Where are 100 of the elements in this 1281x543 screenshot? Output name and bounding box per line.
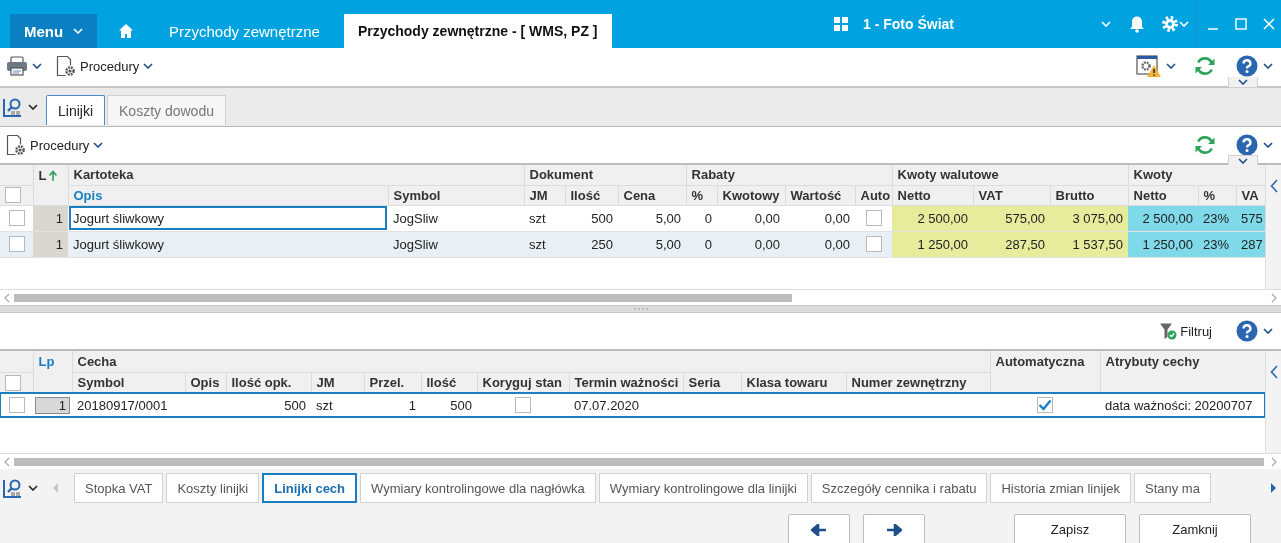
collapse-left-icon[interactable] bbox=[1269, 365, 1278, 379]
help-icon[interactable] bbox=[1236, 320, 1258, 342]
table-cell: 3 075,00 bbox=[1050, 205, 1129, 231]
table-cell: 2 500,00 bbox=[1128, 205, 1199, 231]
checkbox[interactable] bbox=[8, 236, 25, 253]
table-cell: JogSliw bbox=[388, 205, 524, 231]
calendar-settings-button[interactable] bbox=[1136, 54, 1176, 78]
scroll-right-icon[interactable] bbox=[1269, 483, 1277, 493]
column-header[interactable]: Automatyczna bbox=[990, 351, 1100, 393]
table-cell: 23% bbox=[1198, 205, 1237, 231]
window-tab[interactable]: Przychody zewnętrzne - [ WMS, PZ ] bbox=[343, 14, 612, 48]
menu-button[interactable]: Menu bbox=[10, 14, 97, 48]
close-button[interactable]: Zamknij bbox=[1139, 514, 1251, 543]
checkbox[interactable] bbox=[8, 397, 25, 414]
table-cell: 0 bbox=[686, 231, 718, 257]
print-button[interactable] bbox=[6, 56, 42, 76]
table-cell: 2 500,00 bbox=[892, 205, 974, 231]
help-button[interactable] bbox=[1236, 134, 1273, 156]
table-cell: 07.07.2020 bbox=[569, 393, 683, 417]
tab[interactable]: Stany ma bbox=[1133, 473, 1211, 503]
bell-icon[interactable] bbox=[1129, 15, 1145, 33]
chevron-down-icon bbox=[28, 103, 38, 110]
tab[interactable]: Wymiary kontrolingowe dla linijki bbox=[598, 473, 808, 503]
close-icon[interactable] bbox=[1263, 18, 1275, 30]
help-button[interactable] bbox=[1236, 55, 1273, 77]
collapse-left-icon[interactable] bbox=[1269, 179, 1278, 193]
table-cell: 575 bbox=[1236, 205, 1265, 231]
chevron-down-icon[interactable] bbox=[1166, 63, 1176, 69]
table-cell: 500 bbox=[421, 393, 477, 417]
table-cell: 1 250,00 bbox=[892, 231, 974, 257]
help-icon[interactable] bbox=[1236, 55, 1258, 77]
checkbox[interactable] bbox=[5, 187, 21, 204]
tab[interactable]: Koszty linijki bbox=[166, 473, 260, 503]
checkbox[interactable] bbox=[8, 210, 25, 227]
tab[interactable]: Linijki bbox=[46, 95, 105, 125]
arrow-left-icon bbox=[811, 523, 827, 536]
column-group-header: Cecha bbox=[72, 351, 990, 372]
chevron-down-icon bbox=[1238, 157, 1248, 164]
table-cell: 500 bbox=[226, 393, 311, 417]
chevron-down-icon[interactable] bbox=[93, 142, 104, 148]
collapse-tab[interactable] bbox=[1228, 155, 1258, 165]
checkbox[interactable] bbox=[1037, 397, 1053, 414]
arrow-right-icon bbox=[886, 523, 902, 536]
horizontal-scrollbar[interactable] bbox=[0, 289, 1281, 305]
tab[interactable]: Linijki cech bbox=[262, 473, 358, 503]
tab[interactable]: Stopka VAT bbox=[74, 473, 164, 503]
checkbox[interactable] bbox=[865, 210, 882, 227]
table-cell: 287,50 bbox=[973, 231, 1051, 257]
grid-icon[interactable] bbox=[834, 17, 848, 31]
chevron-down-icon[interactable] bbox=[32, 63, 42, 69]
table-cell: 5,00 bbox=[618, 231, 687, 257]
checkbox[interactable] bbox=[5, 374, 21, 391]
chevron-down-icon[interactable] bbox=[1263, 63, 1273, 69]
procedures-button[interactable]: Procedury bbox=[56, 55, 154, 77]
table-cell: 1 bbox=[364, 393, 421, 417]
table-cell: 0 bbox=[686, 205, 718, 231]
tab[interactable]: Wymiary kontrolingowe dla nagłówka bbox=[360, 473, 596, 503]
next-button[interactable] bbox=[863, 514, 925, 543]
tab[interactable]: Szczegóły cennika i rabatu bbox=[810, 473, 988, 503]
sort-up-arrow-icon bbox=[48, 169, 59, 182]
column-header[interactable]: Lp bbox=[38, 354, 55, 369]
table-cell: 1 537,50 bbox=[1050, 231, 1129, 257]
row-number: 1 bbox=[33, 205, 68, 231]
tab[interactable]: Historia zmian linijek bbox=[990, 473, 1131, 503]
refresh-icon[interactable] bbox=[1194, 134, 1216, 156]
document-gear-icon bbox=[6, 134, 26, 156]
chevron-down-icon[interactable] bbox=[143, 63, 154, 69]
table-cell: 0,00 bbox=[717, 231, 786, 257]
home-icon bbox=[118, 23, 134, 39]
column-group-header: Kwoty bbox=[1128, 165, 1265, 185]
filter-button[interactable]: Filtruj bbox=[1159, 322, 1212, 340]
help-icon[interactable] bbox=[1236, 134, 1258, 156]
chevron-down-icon[interactable] bbox=[1263, 328, 1273, 334]
maximize-icon[interactable] bbox=[1235, 18, 1247, 30]
table-cell: 1 250,00 bbox=[1128, 231, 1199, 257]
help-button[interactable] bbox=[1236, 320, 1273, 342]
save-button[interactable]: Zapisz bbox=[1014, 514, 1126, 543]
column-group-header: Kartoteka bbox=[68, 165, 524, 185]
gear-icon[interactable] bbox=[1161, 15, 1179, 33]
table-cell: 5,00 bbox=[618, 205, 687, 231]
chevron-down-icon bbox=[28, 485, 38, 491]
previous-button[interactable] bbox=[788, 514, 850, 543]
table-cell: Jogurt śliwkowy bbox=[68, 231, 388, 257]
column-header[interactable]: L bbox=[38, 168, 47, 183]
document-gear-icon bbox=[56, 55, 76, 77]
chevron-down-icon[interactable] bbox=[1263, 142, 1273, 148]
checkbox[interactable] bbox=[865, 236, 882, 253]
calendar-warning-icon bbox=[1136, 54, 1162, 78]
checkbox[interactable] bbox=[515, 397, 531, 414]
tab[interactable]: Koszty dowodu bbox=[107, 95, 226, 125]
refresh-icon[interactable] bbox=[1194, 55, 1216, 77]
collapse-tab[interactable] bbox=[1228, 77, 1258, 88]
column-group-header: Rabaty bbox=[686, 165, 893, 185]
row-number: 1 bbox=[35, 396, 70, 414]
procedures-button[interactable]: Procedury bbox=[6, 134, 104, 156]
view-options-button[interactable] bbox=[2, 477, 38, 499]
splitter-handle-icon[interactable] bbox=[633, 308, 648, 310]
chevron-down-icon bbox=[1238, 79, 1248, 85]
column-header[interactable]: Atrybuty cechy bbox=[1100, 351, 1265, 393]
horizontal-scrollbar[interactable] bbox=[0, 453, 1281, 469]
